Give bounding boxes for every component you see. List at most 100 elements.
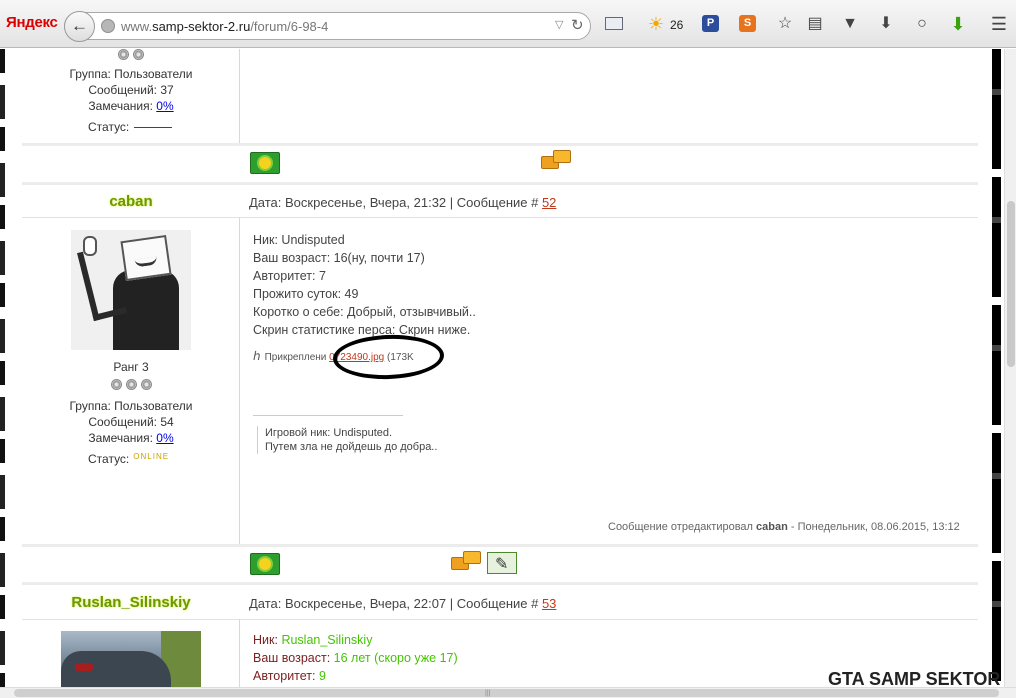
rank-stars: [22, 379, 240, 393]
prev-user-messages: Сообщений: 37: [88, 83, 174, 97]
rating-button[interactable]: [250, 553, 280, 575]
row-separator: [22, 582, 978, 585]
post-body: Ник: Ruslan_Silinskiy Ваш возраст: 16 ле…: [253, 631, 458, 685]
weather-temperature[interactable]: 26: [670, 18, 683, 32]
decorative-right-edge: [992, 49, 1001, 687]
attachment-label: Прикреплени: [264, 352, 327, 363]
back-arrow-icon[interactable]: ←: [64, 11, 95, 42]
decorative-left-edge: [0, 49, 5, 687]
post-line: Коротко о себе: Добрый, отзывчивый..: [253, 305, 476, 319]
user-avatar[interactable]: [61, 631, 201, 687]
row-separator: [22, 544, 978, 547]
edited-prefix: Сообщение отредактировал: [608, 521, 757, 533]
post-author-nick[interactable]: Ruslan_Silinskiy: [22, 594, 240, 611]
prev-user-remarks: Замечания: 0%: [22, 98, 240, 114]
url-domain: samp-sektor-2.ru: [152, 19, 251, 34]
prev-user-group: Группа: Пользователи: [69, 67, 193, 81]
post-meta: Дата: Воскресенье, Вчера, 21:32 | Сообще…: [249, 195, 556, 210]
field-value: 9: [318, 669, 326, 683]
row-separator: [22, 143, 978, 146]
post-line: Ваш возраст: 16 лет (скоро уже 17): [253, 649, 458, 667]
post-author-nick[interactable]: caban: [22, 193, 240, 210]
paperclip-icon: ℎ: [253, 349, 261, 363]
user-status: Статус: ONLINE: [88, 452, 169, 466]
row-separator: [22, 217, 978, 218]
user-rank: Ранг 3: [113, 360, 149, 374]
globe-icon: [101, 19, 115, 33]
remarks-label: Замечания:: [88, 431, 157, 445]
column-divider: [239, 619, 240, 687]
status-online-badge: ONLINE: [133, 452, 170, 461]
url-dropdown-icon[interactable]: ▽: [555, 18, 563, 31]
bookmark-star-icon[interactable]: ☆: [775, 14, 795, 34]
user-avatar[interactable]: [71, 230, 191, 350]
user-remarks: Замечания: 0%: [22, 430, 240, 446]
field-key: Ник:: [253, 633, 282, 647]
reload-icon[interactable]: ↻: [571, 16, 584, 34]
mail-icon[interactable]: [604, 14, 624, 34]
url-text[interactable]: www.samp-sektor-2.ru/forum/6-98-4: [121, 19, 328, 34]
menu-icon[interactable]: ☰: [989, 14, 1009, 34]
reading-list-icon[interactable]: ▤: [805, 14, 825, 34]
pocket-icon[interactable]: ▼: [840, 14, 860, 34]
p-extension-icon[interactable]: P: [701, 14, 721, 34]
status-value: [134, 127, 173, 129]
status-label: Статус:: [88, 452, 130, 466]
signature-line: Путем зла не дойдешь до добра..: [265, 441, 438, 453]
post-number-link[interactable]: 52: [542, 195, 556, 210]
page-viewport: Группа: Пользователи Сообщений: 37 Замеч…: [0, 49, 1004, 687]
chat-icon[interactable]: ○: [912, 14, 932, 34]
post-body: Ник: Undisputed Ваш возраст: 16(ну, почт…: [253, 231, 476, 339]
download-icon[interactable]: ⬇: [876, 14, 896, 34]
signature: Игровой ник: Undisputed. Путем зла не до…: [257, 426, 437, 454]
post-date: Дата: Воскресенье, Вчера, 21:32 | Сообще…: [249, 195, 542, 210]
scrollbar-grip: |||: [485, 690, 491, 697]
post-line: Прожито суток: 49: [253, 287, 359, 301]
post-line: Ник: Ruslan_Silinskiy: [253, 631, 458, 649]
prev-user-status: Статус:: [88, 120, 173, 134]
status-label: Статус:: [88, 120, 130, 134]
remarks-label: Замечания:: [88, 99, 157, 113]
address-bar[interactable]: ← www.samp-sektor-2.ru/forum/6-98-4 ▽ ↻: [64, 11, 591, 42]
post-line: Ваш возраст: 16(ну, почти 17): [253, 251, 425, 265]
signature-line: Игровой ник: Undisputed.: [265, 427, 393, 439]
rank-stars: [22, 49, 240, 63]
row-separator: [22, 182, 978, 185]
user-group: Группа: Пользователи: [69, 399, 193, 413]
quote-button[interactable]: [451, 551, 481, 573]
forum-thread: Группа: Пользователи Сообщений: 37 Замеч…: [22, 49, 978, 687]
url-prefix: www.: [121, 19, 153, 34]
remarks-link[interactable]: 0%: [156, 99, 173, 113]
post-meta: Дата: Воскресенье, Вчера, 22:07 | Сообще…: [249, 596, 556, 611]
remarks-link[interactable]: 0%: [156, 431, 173, 445]
browser-toolbar: Яндекс ← www.samp-sektor-2.ru/forum/6-98…: [0, 0, 1016, 48]
post-number-link[interactable]: 53: [542, 596, 556, 611]
user-messages: Сообщений: 54: [88, 415, 174, 429]
post-line: Авторитет: 9: [253, 667, 458, 685]
post-date: Дата: Воскресенье, Вчера, 22:07 | Сообще…: [249, 596, 542, 611]
signature-separator: [253, 415, 403, 416]
scrollbar-thumb[interactable]: [14, 689, 999, 697]
field-key: Авторитет:: [253, 669, 319, 683]
watermark: GTA SAMP SEKTOR: [828, 669, 1001, 689]
edited-note: Сообщение отредактировал caban - Понедел…: [608, 521, 960, 533]
row-separator: [22, 619, 978, 620]
quote-button[interactable]: [541, 150, 571, 172]
post-line: Авторитет: 7: [253, 269, 326, 283]
s-extension-icon[interactable]: S: [738, 14, 758, 34]
edit-post-button[interactable]: [487, 552, 517, 574]
weather-sun-icon[interactable]: ☀: [646, 14, 666, 34]
hand-drawn-circle: [332, 333, 445, 381]
edited-user[interactable]: caban: [756, 521, 788, 533]
vertical-scrollbar[interactable]: [1004, 49, 1016, 687]
yandex-logo[interactable]: Яндекс: [6, 14, 58, 31]
post-line: Скрин статистике перса: Скрин ниже.: [253, 323, 471, 337]
scrollbar-thumb[interactable]: [1007, 201, 1015, 367]
field-value: 16 лет (скоро уже 17): [333, 651, 458, 665]
field-key: Ваш возраст:: [253, 651, 334, 665]
edited-date: - Понедельник, 08.06.2015, 13:12: [787, 521, 960, 533]
rating-button[interactable]: [250, 152, 280, 174]
url-path: /forum/6-98-4: [250, 19, 329, 34]
post-line: Ник: Undisputed: [253, 233, 345, 247]
green-download-icon[interactable]: ⬇: [948, 14, 968, 34]
